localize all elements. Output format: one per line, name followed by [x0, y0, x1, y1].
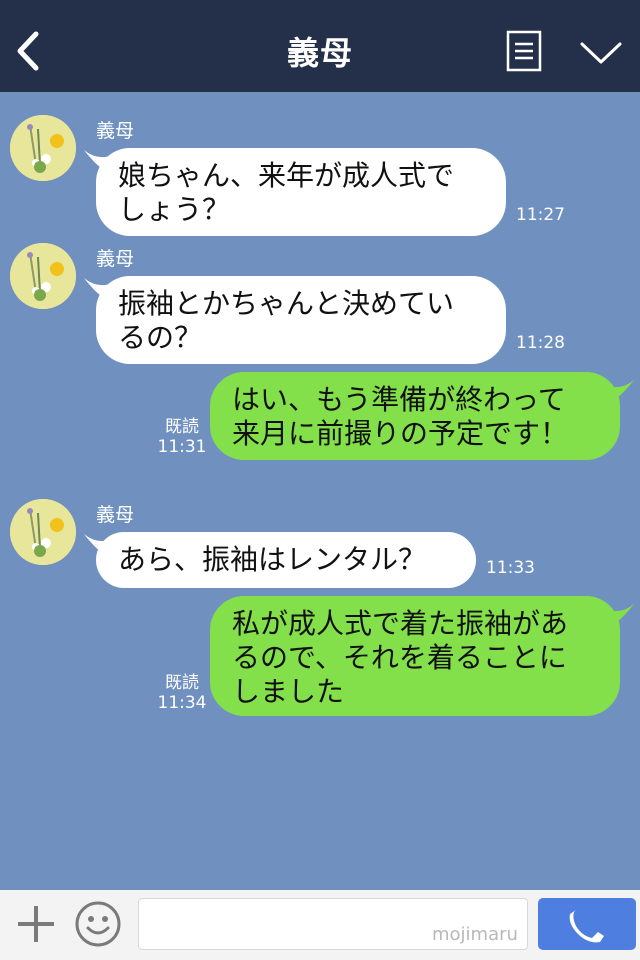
message-bubble[interactable]: あら、振袖はレンタル？	[96, 532, 476, 588]
collapse-button[interactable]	[578, 36, 624, 70]
phone-icon	[569, 910, 604, 943]
plus-icon	[18, 906, 54, 942]
message-time: 11:31	[157, 437, 207, 457]
flower-icon	[10, 499, 76, 565]
message-bubble[interactable]: はい、もう準備が終わって 来月に前撮りの予定です！	[210, 372, 620, 460]
avatar[interactable]	[10, 499, 76, 565]
chat-title: 義母	[286, 34, 353, 72]
avatar[interactable]	[10, 243, 76, 309]
message-bubble[interactable]: 娘ちゃん、来年が成人式で しょう？	[96, 148, 506, 236]
bubble-tail	[608, 380, 634, 404]
message-line: るので、それを着ることに	[232, 641, 567, 674]
add-button[interactable]	[14, 902, 58, 946]
message-time: 11:33	[486, 558, 535, 578]
message-line: しょう？	[118, 193, 231, 226]
chat-area[interactable]: 義母 娘ちゃん、来年が成人式で しょう？ 11:27 義母 振袖とかちゃんと決め…	[0, 92, 640, 890]
watermark: mojimaru	[432, 924, 518, 945]
flower-icon	[10, 243, 76, 309]
message-line: 振袖とかちゃんと決めてい	[118, 287, 455, 320]
read-label: 既読	[165, 673, 199, 693]
message-line: 私が成人式で着た振袖があ	[232, 607, 569, 640]
read-label: 既読	[165, 417, 199, 437]
message-line: しました	[232, 675, 345, 708]
avatar[interactable]	[10, 115, 76, 181]
bubble-tail	[608, 604, 634, 628]
message-time: 11:28	[516, 333, 565, 353]
message-line: 来月に前撮りの予定です！	[232, 417, 569, 450]
flower-icon	[10, 115, 76, 181]
chat-header: 義母	[0, 0, 640, 92]
read-receipt: 既読 11:34	[156, 673, 208, 713]
emoji-icon	[75, 901, 121, 947]
message-line: 娘ちゃん、来年が成人式で	[118, 159, 455, 192]
message-time: 11:27	[516, 205, 565, 225]
sender-name: 義母	[96, 120, 135, 142]
call-button[interactable]	[538, 898, 636, 950]
message-line: あら、振袖はレンタル？	[118, 543, 427, 576]
read-receipt: 既読 11:31	[156, 417, 208, 457]
emoji-button[interactable]	[74, 900, 122, 948]
sender-name: 義母	[96, 248, 135, 270]
message-bubble[interactable]: 振袖とかちゃんと決めてい るの？	[96, 276, 506, 364]
message-bubble[interactable]: 私が成人式で着た振袖があ るので、それを着ることに しました	[210, 596, 620, 716]
menu-icon	[506, 30, 542, 72]
message-line: はい、もう準備が終わって	[232, 383, 566, 416]
message-line: るの？	[118, 321, 203, 354]
chevron-down-icon	[580, 42, 622, 64]
sender-name: 義母	[96, 504, 135, 526]
message-time: 11:34	[157, 693, 207, 713]
menu-button[interactable]	[506, 30, 542, 72]
